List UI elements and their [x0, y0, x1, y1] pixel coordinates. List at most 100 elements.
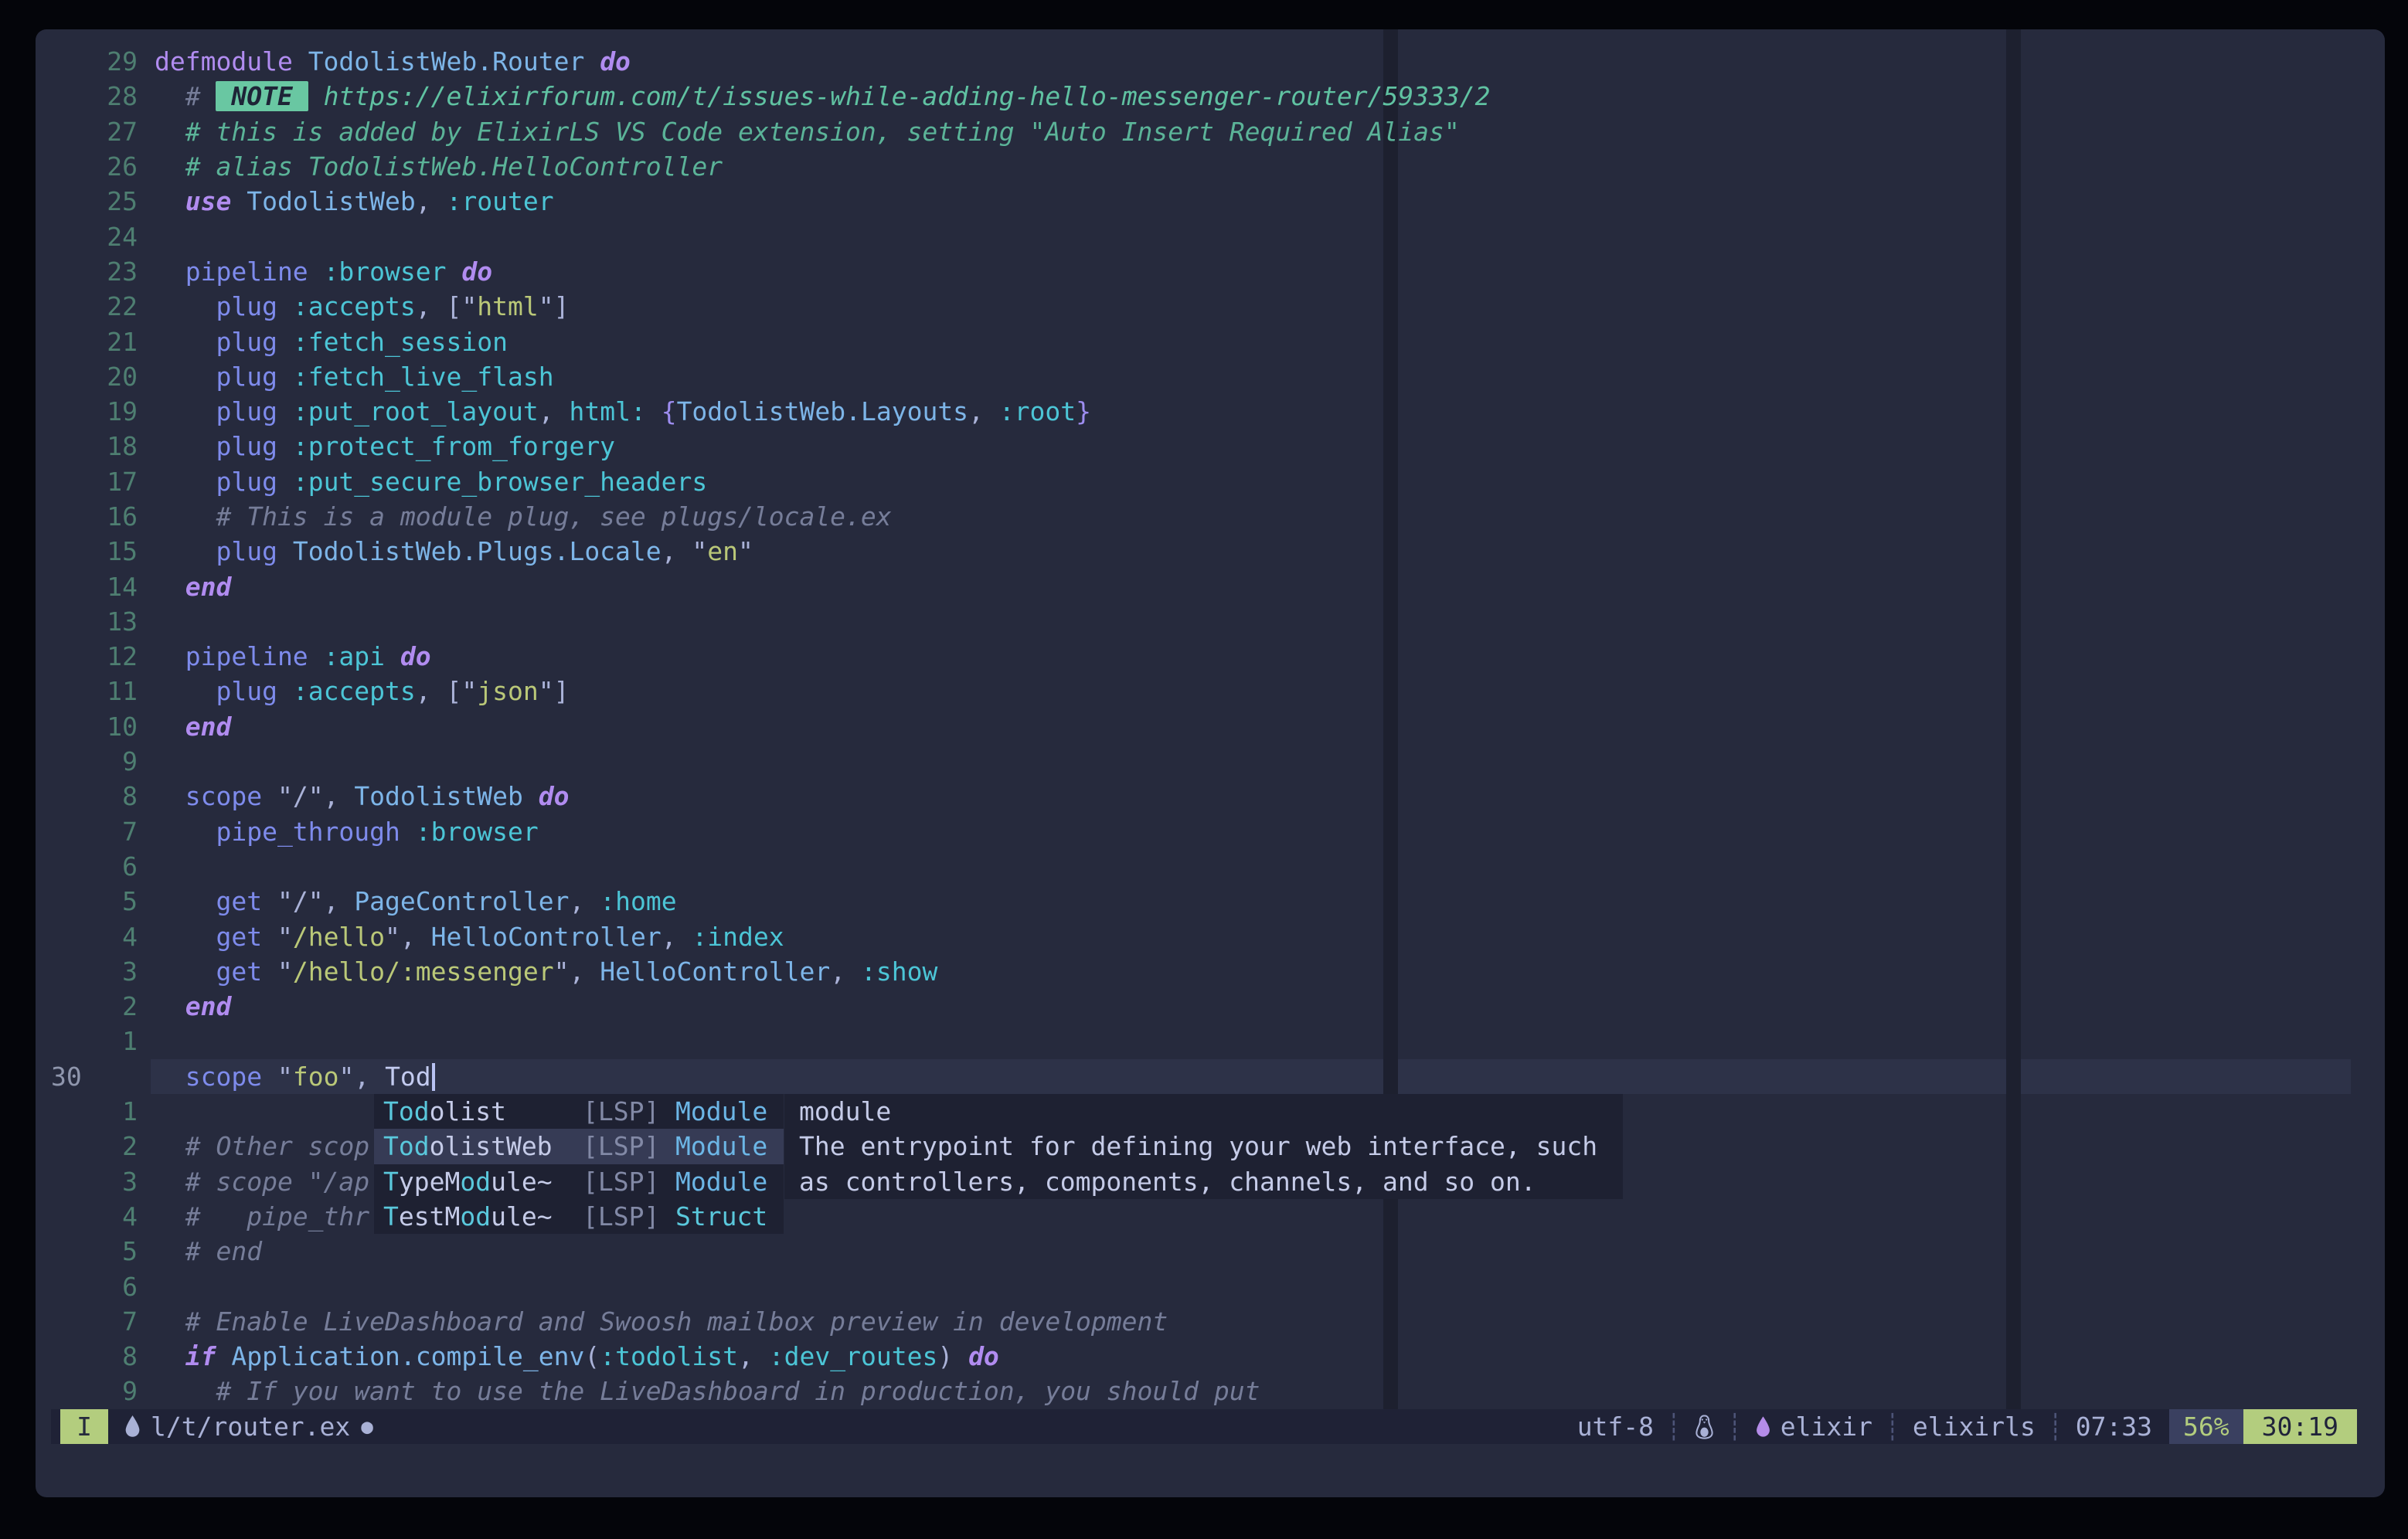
code-line[interactable]: 1 [36, 1024, 2385, 1058]
completion-menu[interactable]: Todolist[LSP]ModuleTodolistWeb[LSP]Modul… [374, 1094, 784, 1234]
code-line[interactable]: 9 # If you want to use the LiveDashboard… [36, 1374, 2385, 1408]
lsp-label: elixirls [1913, 1412, 2036, 1442]
completion-item[interactable]: Todolist[LSP]Module [374, 1094, 784, 1129]
line-number: 27 [51, 117, 138, 147]
completion-label: TodolistWeb [383, 1131, 583, 1161]
line-number: 29 [51, 46, 138, 76]
code-line[interactable]: 25 use TodolistWeb, :router [36, 184, 2385, 219]
code-text: plug :put_secure_browser_headers [155, 467, 707, 497]
completion-kind: Module [675, 1096, 767, 1126]
encoding-label: utf-8 [1577, 1412, 1654, 1442]
code-line[interactable]: 8 if Application.compile_env(:todolist, … [36, 1339, 2385, 1374]
code-line[interactable]: 19 plug :put_root_layout, html: {Todolis… [36, 394, 2385, 429]
doc-line: as controllers, components, channels, an… [784, 1164, 1623, 1199]
os-penguin-icon [1694, 1415, 1715, 1439]
line-number: 4 [51, 922, 138, 952]
language-label: elixir [1780, 1412, 1872, 1442]
code-text: # end [155, 1236, 262, 1266]
code-line[interactable]: 14 end [36, 569, 2385, 603]
separator: ┊ [1885, 1412, 1900, 1442]
code-line[interactable]: 27 # this is added by ElixirLS VS Code e… [36, 114, 2385, 149]
line-number: 28 [51, 81, 138, 111]
separator: ┊ [2048, 1412, 2063, 1442]
line-number: 20 [51, 362, 138, 392]
code-text: scope "foo", Tod [155, 1062, 435, 1092]
completion-item[interactable]: TodolistWeb[LSP]Module [374, 1129, 784, 1164]
code-line[interactable]: 21 plug :fetch_session [36, 324, 2385, 358]
code-text: # this is added by ElixirLS VS Code exte… [155, 117, 1460, 147]
completion-source: [LSP] [583, 1131, 675, 1161]
doc-line: module [784, 1094, 1623, 1129]
filename[interactable]: l/t/router.ex [151, 1412, 350, 1442]
code-text: plug :accepts, ["json"] [155, 676, 570, 706]
cursor-position-badge: 30:19 [2243, 1409, 2357, 1444]
code-text: get "/hello", HelloController, :index [155, 922, 784, 952]
code-line[interactable]: 23 pipeline :browser do [36, 254, 2385, 289]
code-text: pipeline :api do [155, 641, 431, 671]
line-number: 30 [51, 1062, 138, 1092]
code-line[interactable]: 15 plug TodolistWeb.Plugs.Locale, "en" [36, 534, 2385, 569]
code-line[interactable]: 2 end [36, 989, 2385, 1024]
code-line[interactable]: 5 get "/", PageController, :home [36, 884, 2385, 919]
scroll-percent-badge: 56% [2169, 1409, 2243, 1444]
completion-item[interactable]: TestModule~[LSP]Struct [374, 1199, 784, 1234]
code-text: plug :accepts, ["html"] [155, 291, 570, 321]
line-number: 7 [51, 817, 138, 847]
line-number: 12 [51, 641, 138, 671]
code-line[interactable]: 8 scope "/", TodolistWeb do [36, 779, 2385, 814]
code-line[interactable]: 9 [36, 744, 2385, 779]
code-line[interactable]: 3 get "/hello/:messenger", HelloControll… [36, 954, 2385, 989]
completion-item[interactable]: TypeModule~[LSP]Module [374, 1164, 784, 1199]
line-number: 1 [51, 1026, 138, 1056]
code-line[interactable]: 7 # Enable LiveDashboard and Swoosh mail… [36, 1304, 2385, 1339]
code-line[interactable]: 28 # NOTE https://elixirforum.com/t/issu… [36, 79, 2385, 114]
terminal-window: 29defmodule TodolistWeb.Router do28 # NO… [36, 29, 2385, 1497]
code-text: # Other scop [155, 1131, 369, 1161]
code-line[interactable]: 6 [36, 849, 2385, 884]
filetype-droplet-icon [124, 1415, 141, 1439]
code-line[interactable]: 10 end [36, 709, 2385, 744]
code-text: use TodolistWeb, :router [155, 186, 554, 216]
code-text: end [155, 991, 231, 1021]
line-number: 8 [51, 1341, 138, 1371]
code-line[interactable]: 12 pipeline :api do [36, 639, 2385, 674]
code-text: # scope "/ap [155, 1167, 369, 1197]
code-text: # Enable LiveDashboard and Swoosh mailbo… [155, 1306, 1168, 1337]
mode-indicator: I [60, 1409, 108, 1444]
code-line[interactable]: 22 plug :accepts, ["html"] [36, 289, 2385, 324]
line-number: 11 [51, 676, 138, 706]
separator: ┊ [1666, 1412, 1682, 1442]
code-text: plug :put_root_layout, html: {TodolistWe… [155, 396, 1091, 426]
code-line[interactable]: 29defmodule TodolistWeb.Router do [36, 44, 2385, 79]
line-number: 23 [51, 256, 138, 287]
line-number: 4 [51, 1201, 138, 1232]
code-line[interactable]: 4 get "/hello", HelloController, :index [36, 919, 2385, 953]
code-text: end [155, 572, 231, 602]
completion-label: TypeModule~ [383, 1167, 583, 1197]
line-number: 19 [51, 396, 138, 426]
code-text: if Application.compile_env(:todolist, :d… [155, 1341, 999, 1371]
code-line[interactable]: 13 [36, 604, 2385, 639]
code-line[interactable]: 7 pipe_through :browser [36, 814, 2385, 849]
code-line[interactable]: 17 plug :put_secure_browser_headers [36, 464, 2385, 499]
code-line[interactable]: 30 scope "foo", Tod [36, 1059, 2385, 1094]
clock-label: 07:33 [2076, 1412, 2152, 1442]
code-text: # alias TodolistWeb.HelloController [155, 151, 723, 182]
code-line[interactable]: 24 [36, 219, 2385, 253]
command-line [36, 1444, 2385, 1479]
line-number: 15 [51, 536, 138, 566]
code-line[interactable]: 16 # This is a module plug, see plugs/lo… [36, 499, 2385, 534]
line-number: 8 [51, 781, 138, 811]
line-number: 16 [51, 501, 138, 532]
code-line[interactable]: 26 # alias TodolistWeb.HelloController [36, 149, 2385, 184]
code-line[interactable]: 6 [36, 1269, 2385, 1303]
code-line[interactable]: 18 plug :protect_from_forgery [36, 429, 2385, 464]
code-text: plug :fetch_live_flash [155, 362, 554, 392]
code-line[interactable]: 20 plug :fetch_live_flash [36, 359, 2385, 394]
completion-label: TestModule~ [383, 1201, 583, 1232]
doc-line: The entrypoint for defining your web int… [784, 1129, 1623, 1164]
line-number: 14 [51, 572, 138, 602]
line-number: 24 [51, 222, 138, 252]
code-line[interactable]: 5 # end [36, 1234, 2385, 1269]
code-line[interactable]: 11 plug :accepts, ["json"] [36, 674, 2385, 708]
